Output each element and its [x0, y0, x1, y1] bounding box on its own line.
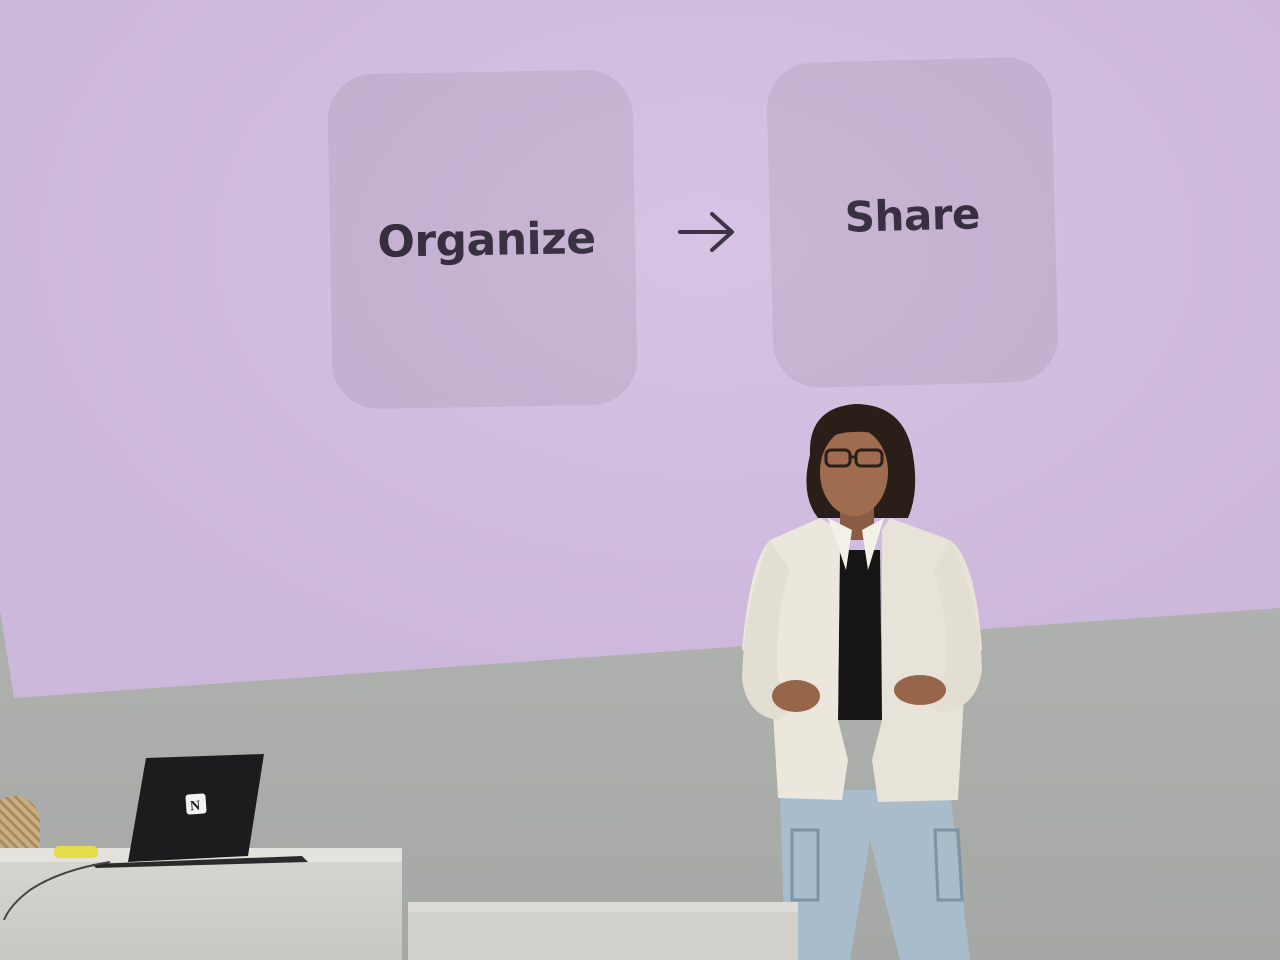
svg-text:N: N: [190, 799, 201, 815]
presenter-figure: [742, 404, 982, 960]
share-label: Share: [844, 189, 981, 242]
projection-screen: Organize Share: [0, 0, 1280, 698]
notion-logo-icon: N: [185, 793, 207, 815]
share-card: Share: [765, 56, 1060, 389]
laptop: N: [92, 754, 308, 868]
cable: [3, 861, 111, 920]
organize-label: Organize: [377, 213, 597, 268]
yellow-remote: [54, 846, 98, 858]
stage-block: [408, 902, 798, 960]
arrow-right-icon: [678, 212, 734, 252]
organize-card: Organize: [327, 69, 638, 410]
